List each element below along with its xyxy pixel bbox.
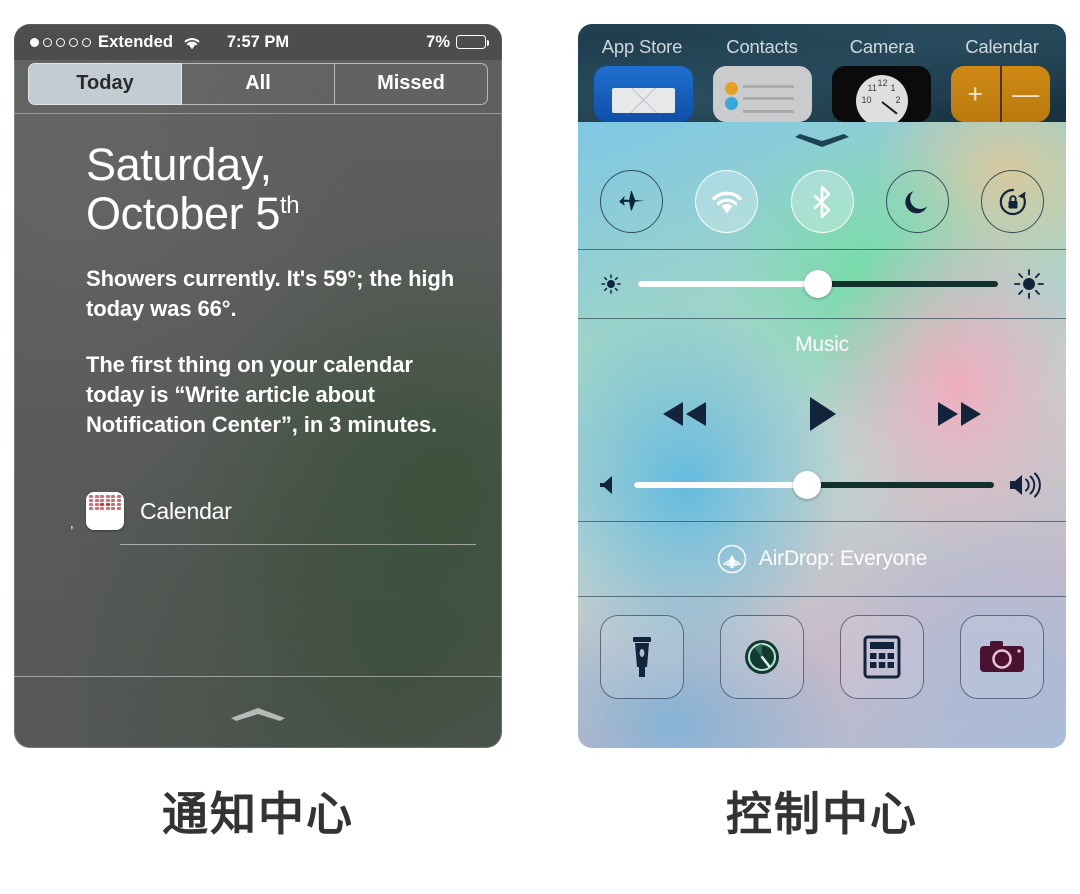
- rotation-lock-icon: [999, 188, 1026, 215]
- today-summary: Saturday, October 5th Showers currently.…: [14, 114, 502, 545]
- event-tick-mark: ’: [70, 524, 74, 541]
- volume-slider[interactable]: [634, 471, 994, 499]
- mail-icon[interactable]: [594, 66, 693, 122]
- volume-slider-row[interactable]: [578, 455, 1066, 515]
- moon-icon: [905, 190, 928, 213]
- weather-summary: Showers currently. It's 59°; the high to…: [86, 266, 455, 321]
- clock-number-2: 2: [895, 94, 901, 105]
- calendar-app-label: Calendar: [140, 497, 232, 524]
- brightness-slider-row[interactable]: [578, 250, 1066, 318]
- sun-large-icon: [1014, 269, 1044, 299]
- signal-dot-5: [82, 37, 91, 47]
- music-section: Music: [578, 319, 1066, 521]
- wifi-icon: [712, 191, 742, 213]
- page-root: Extended 7:57 PM 7% Today All Missed Sat…: [0, 0, 1080, 894]
- carrier-label: Extended: [98, 32, 174, 51]
- do-not-disturb-toggle[interactable]: [885, 170, 949, 233]
- home-label-camera: Camera: [849, 36, 915, 57]
- home-app-icons: 10 11 12 1 2 + —: [578, 58, 1066, 122]
- date-line-2: October 5: [86, 188, 281, 239]
- tab-today[interactable]: Today: [28, 63, 182, 105]
- brightness-slider[interactable]: [638, 270, 998, 298]
- chevron-down-grabber-icon[interactable]: [791, 134, 853, 150]
- signal-dot-3: [56, 37, 65, 47]
- airdrop-label: AirDrop: Everyone: [758, 547, 928, 570]
- clock-number-10: 10: [861, 94, 872, 105]
- calculator-icon: [863, 635, 901, 679]
- shortcuts-row[interactable]: [578, 597, 1066, 721]
- bluetooth-toggle[interactable]: [790, 170, 854, 233]
- flashlight-shortcut[interactable]: [600, 615, 684, 699]
- caption-control-center: 控制中心: [726, 787, 918, 841]
- play-icon[interactable]: [806, 395, 838, 433]
- control-center-grabber[interactable]: [578, 122, 1066, 162]
- sun-small-icon: [601, 274, 621, 294]
- tab-all[interactable]: All: [182, 63, 335, 105]
- battery-icon: [456, 35, 489, 49]
- signal-dot-4: [69, 37, 78, 47]
- bluetooth-icon: [813, 185, 831, 218]
- control-center-panel: App Store Contacts Camera Calendar 10 11…: [578, 24, 1066, 748]
- calendar-summary: The first thing on your calendar today i…: [86, 352, 437, 437]
- control-center-sheet: Music AirDrop: Everyone: [578, 122, 1066, 748]
- clock-number-11: 11: [867, 82, 877, 93]
- camera-shortcut[interactable]: [960, 615, 1044, 699]
- notification-center-panel: Extended 7:57 PM 7% Today All Missed Sat…: [14, 24, 502, 748]
- airplane-mode-toggle[interactable]: [600, 170, 663, 233]
- chevron-up-grabber-icon[interactable]: [227, 705, 289, 721]
- date-heading: Saturday, October 5th: [86, 140, 476, 238]
- home-label-contacts: Contacts: [726, 36, 798, 57]
- clock-number-1: 1: [890, 82, 896, 93]
- calendar-app-row[interactable]: Calendar: [86, 492, 476, 530]
- notification-center-grabber-bar[interactable]: [14, 676, 502, 748]
- home-label-calendar: Calendar: [965, 36, 1039, 57]
- rotation-lock-toggle[interactable]: [981, 170, 1044, 233]
- timer-shortcut[interactable]: [720, 615, 804, 699]
- music-transport-controls[interactable]: [578, 357, 1066, 455]
- signal-dot-1: [30, 37, 39, 47]
- notification-tabs[interactable]: Today All Missed: [14, 60, 502, 113]
- home-label-app-store: App Store: [601, 36, 683, 57]
- wifi-toggle[interactable]: [695, 170, 759, 233]
- speaker-mute-icon: [600, 476, 612, 494]
- music-title: Music: [795, 333, 849, 356]
- calendar-app-icon: [86, 492, 124, 530]
- timer-icon: [745, 640, 779, 674]
- quick-toggles-row[interactable]: [578, 162, 1066, 249]
- status-bar: Extended 7:57 PM 7%: [14, 24, 502, 60]
- calculator-shortcut[interactable]: [840, 615, 924, 699]
- date-line-1: Saturday,: [86, 139, 272, 190]
- clock-number-12: 12: [877, 77, 888, 88]
- contacts-icon[interactable]: [713, 66, 812, 122]
- rewind-icon[interactable]: [658, 398, 710, 430]
- date-ordinal: th: [280, 192, 300, 219]
- home-app-labels: App Store Contacts Camera Calendar: [578, 24, 1066, 58]
- speaker-loud-icon: [1010, 472, 1041, 498]
- wifi-icon: [182, 35, 202, 50]
- airdrop-icon: [717, 544, 747, 574]
- signal-dot-2: [43, 37, 52, 47]
- airdrop-row[interactable]: AirDrop: Everyone: [578, 522, 1066, 596]
- airplane-icon: [618, 190, 643, 211]
- battery-percent-label: 7%: [426, 32, 450, 51]
- caption-notification-center: 通知中心: [162, 787, 354, 841]
- signal-strength-dots: [30, 37, 91, 47]
- camera-icon: [980, 641, 1024, 672]
- home-screen-behind: App Store Contacts Camera Calendar 10 11…: [578, 24, 1066, 122]
- tab-missed[interactable]: Missed: [335, 63, 488, 105]
- calculator-plus: +: [967, 78, 984, 109]
- calculator-minus: —: [999, 66, 1051, 122]
- battery-status: 7%: [426, 32, 489, 52]
- clock-icon[interactable]: 10 11 12 1 2: [832, 66, 931, 122]
- calendar-row-divider: [120, 544, 476, 545]
- brightness-slider-knob[interactable]: [804, 270, 832, 298]
- fast-forward-icon[interactable]: [934, 398, 986, 430]
- flashlight-icon: [633, 637, 651, 677]
- calculator-home-icon[interactable]: + —: [951, 66, 1050, 122]
- volume-slider-knob[interactable]: [792, 471, 821, 499]
